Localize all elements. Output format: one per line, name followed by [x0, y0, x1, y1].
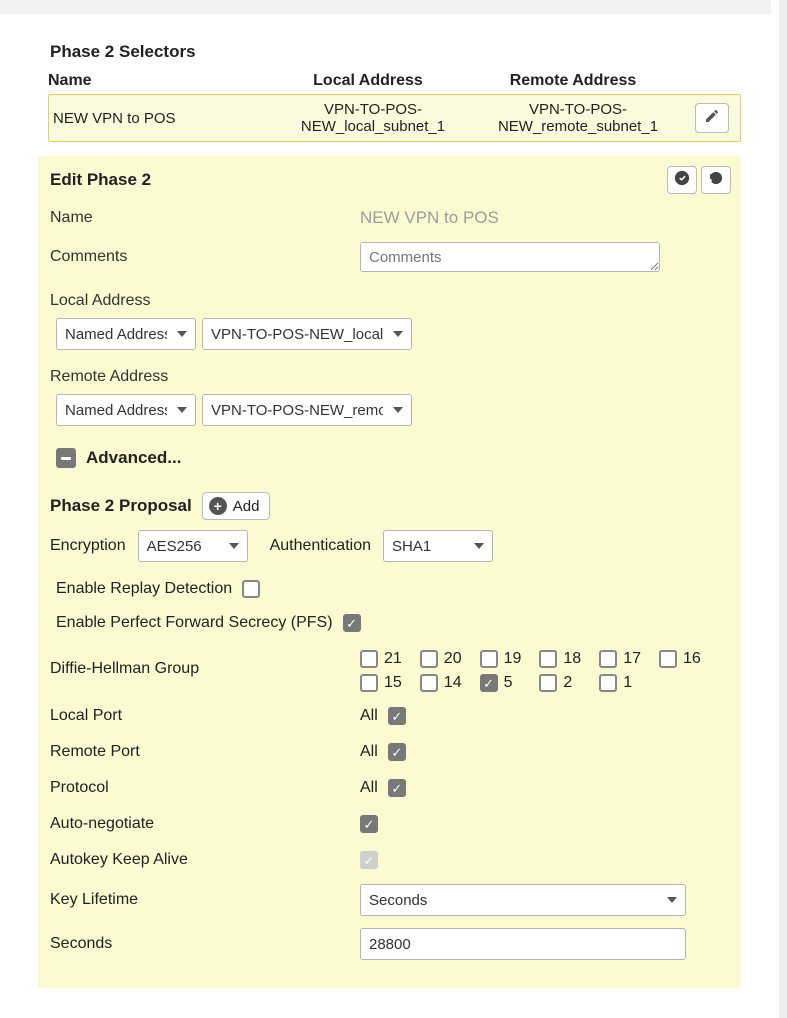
edit-phase2-title: Edit Phase 2 [50, 170, 663, 190]
collapse-icon [56, 448, 76, 468]
advanced-label: Advanced... [86, 448, 181, 468]
dh-group-15[interactable]: 15 [360, 674, 402, 692]
dh-group-5-label: 5 [504, 674, 513, 692]
dh-group-17-label: 17 [623, 650, 641, 668]
name-value: NEW VPN to POS [360, 208, 499, 228]
remote-port-label: Remote Port [50, 743, 360, 761]
dh-group-1[interactable]: 1 [599, 674, 641, 692]
local-address-mode-select[interactable]: Named Address [56, 318, 196, 350]
dh-group-14-label: 14 [444, 674, 462, 692]
dh-group-19-label: 19 [504, 650, 522, 668]
edit-row-button[interactable] [695, 103, 729, 133]
dh-group-14-checkbox[interactable] [420, 674, 438, 692]
replay-label: Enable Replay Detection [56, 580, 232, 598]
dh-group-14[interactable]: 14 [420, 674, 462, 692]
dh-group-20[interactable]: 20 [420, 650, 462, 668]
col-local: Local Address [268, 72, 468, 90]
pfs-checkbox[interactable] [343, 614, 361, 632]
comments-label: Comments [50, 248, 360, 266]
remote-address-mode-select[interactable]: Named Address [56, 394, 196, 426]
auto-negotiate-checkbox[interactable] [360, 815, 378, 833]
phase2-selectors-table: Name Local Address Remote Address NEW VP… [48, 68, 741, 142]
local-port-all-text: All [360, 707, 378, 725]
seconds-label: Seconds [50, 935, 360, 953]
dh-group-16-label: 16 [683, 650, 701, 668]
dh-group-18-checkbox[interactable] [539, 650, 557, 668]
pencil-icon [704, 108, 720, 128]
undo-icon [707, 169, 725, 191]
dh-group-18-label: 18 [563, 650, 581, 668]
dh-group-18[interactable]: 18 [539, 650, 581, 668]
authentication-label: Authentication [270, 537, 371, 555]
row-remote: VPN-TO-POS-NEW_remote_subnet_1 [473, 101, 683, 135]
dh-group-17[interactable]: 17 [599, 650, 641, 668]
dh-group-2-label: 2 [563, 674, 572, 692]
edit-phase2-panel: Edit Phase 2 Name NEW VPN to POS Comment… [38, 156, 741, 988]
key-lifetime-label: Key Lifetime [50, 891, 360, 909]
dh-group-21-checkbox[interactable] [360, 650, 378, 668]
replay-detection-checkbox[interactable] [242, 580, 260, 598]
protocol-all-checkbox[interactable] [388, 779, 406, 797]
dh-group-16[interactable]: 16 [659, 650, 701, 668]
protocol-label: Protocol [50, 779, 360, 797]
dh-group-19-checkbox[interactable] [480, 650, 498, 668]
encryption-select[interactable]: AES256 [138, 530, 248, 562]
dh-group-15-checkbox[interactable] [360, 674, 378, 692]
dh-group-1-checkbox[interactable] [599, 674, 617, 692]
table-row[interactable]: NEW VPN to POS VPN-TO-POS-NEW_local_subn… [48, 94, 741, 142]
encryption-label: Encryption [50, 537, 126, 555]
dh-group-20-checkbox[interactable] [420, 650, 438, 668]
check-circle-icon [673, 169, 691, 191]
remote-address-label: Remote Address [38, 354, 741, 390]
remote-port-all-checkbox[interactable] [388, 743, 406, 761]
local-address-value-select[interactable]: VPN-TO-POS-NEW_local_subnet_1 [202, 318, 412, 350]
dh-group-grid: 2120191817161514521 [360, 650, 701, 692]
remote-port-all-text: All [360, 743, 378, 761]
col-remote: Remote Address [468, 72, 678, 90]
authentication-select[interactable]: SHA1 [383, 530, 493, 562]
col-name: Name [48, 72, 268, 90]
table-header-row: Name Local Address Remote Address [48, 68, 741, 94]
phase2-selectors-title: Phase 2 Selectors [50, 42, 741, 62]
top-divider [0, 0, 771, 14]
remote-address-value-select[interactable]: VPN-TO-POS-NEW_remote_subnet_1 [202, 394, 412, 426]
dh-group-21-label: 21 [384, 650, 402, 668]
autokey-keepalive-label: Autokey Keep Alive [50, 851, 360, 869]
name-label: Name [50, 209, 360, 227]
dh-group-label: Diffie-Hellman Group [50, 650, 360, 678]
key-lifetime-select[interactable]: Seconds [360, 884, 686, 916]
local-port-all-checkbox[interactable] [388, 707, 406, 725]
dh-group-19[interactable]: 19 [480, 650, 522, 668]
local-port-label: Local Port [50, 707, 360, 725]
local-address-label: Local Address [38, 278, 741, 314]
dh-group-17-checkbox[interactable] [599, 650, 617, 668]
dh-group-2-checkbox[interactable] [539, 674, 557, 692]
row-local: VPN-TO-POS-NEW_local_subnet_1 [273, 101, 473, 135]
dh-group-5-checkbox[interactable] [480, 674, 498, 692]
seconds-input[interactable] [360, 928, 686, 960]
auto-negotiate-label: Auto-negotiate [50, 815, 360, 833]
row-name: NEW VPN to POS [53, 110, 273, 127]
protocol-all-text: All [360, 779, 378, 797]
plus-circle-icon [209, 497, 227, 515]
dh-group-1-label: 1 [623, 674, 632, 692]
revert-button[interactable] [701, 166, 731, 194]
dh-group-16-checkbox[interactable] [659, 650, 677, 668]
advanced-toggle[interactable]: Advanced... [38, 430, 741, 478]
add-proposal-button[interactable]: Add [202, 492, 271, 520]
dh-group-21[interactable]: 21 [360, 650, 402, 668]
comments-input[interactable] [360, 242, 660, 272]
dh-group-20-label: 20 [444, 650, 462, 668]
dh-group-5[interactable]: 5 [480, 674, 522, 692]
phase2-proposal-title: Phase 2 Proposal [50, 496, 192, 516]
autokey-keepalive-checkbox[interactable] [360, 851, 378, 869]
pfs-label: Enable Perfect Forward Secrecy (PFS) [56, 614, 333, 632]
add-label: Add [233, 498, 260, 515]
apply-button[interactable] [667, 166, 697, 194]
dh-group-2[interactable]: 2 [539, 674, 581, 692]
dh-group-15-label: 15 [384, 674, 402, 692]
